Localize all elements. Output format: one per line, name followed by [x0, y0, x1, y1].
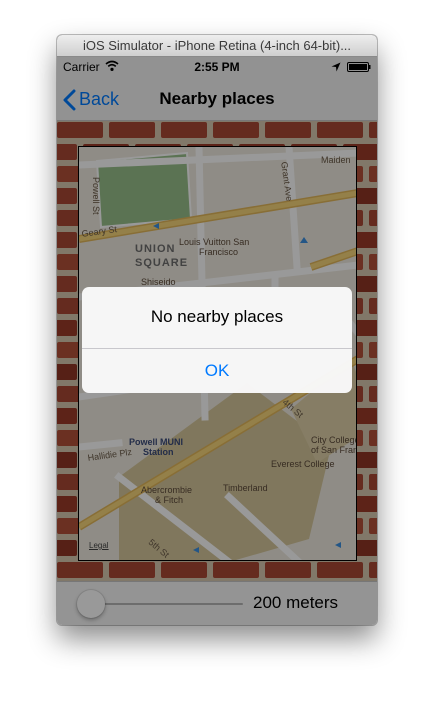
alert-dialog: No nearby places OK — [82, 287, 352, 393]
ok-button[interactable]: OK — [82, 349, 352, 393]
iphone-screen: Carrier 2:55 PM Back Nearby places Maide… — [57, 57, 377, 625]
window-title: iOS Simulator - iPhone Retina (4-inch 64… — [57, 35, 377, 57]
simulator-window: iOS Simulator - iPhone Retina (4-inch 64… — [57, 35, 377, 625]
alert-title: No nearby places — [150, 307, 284, 326]
